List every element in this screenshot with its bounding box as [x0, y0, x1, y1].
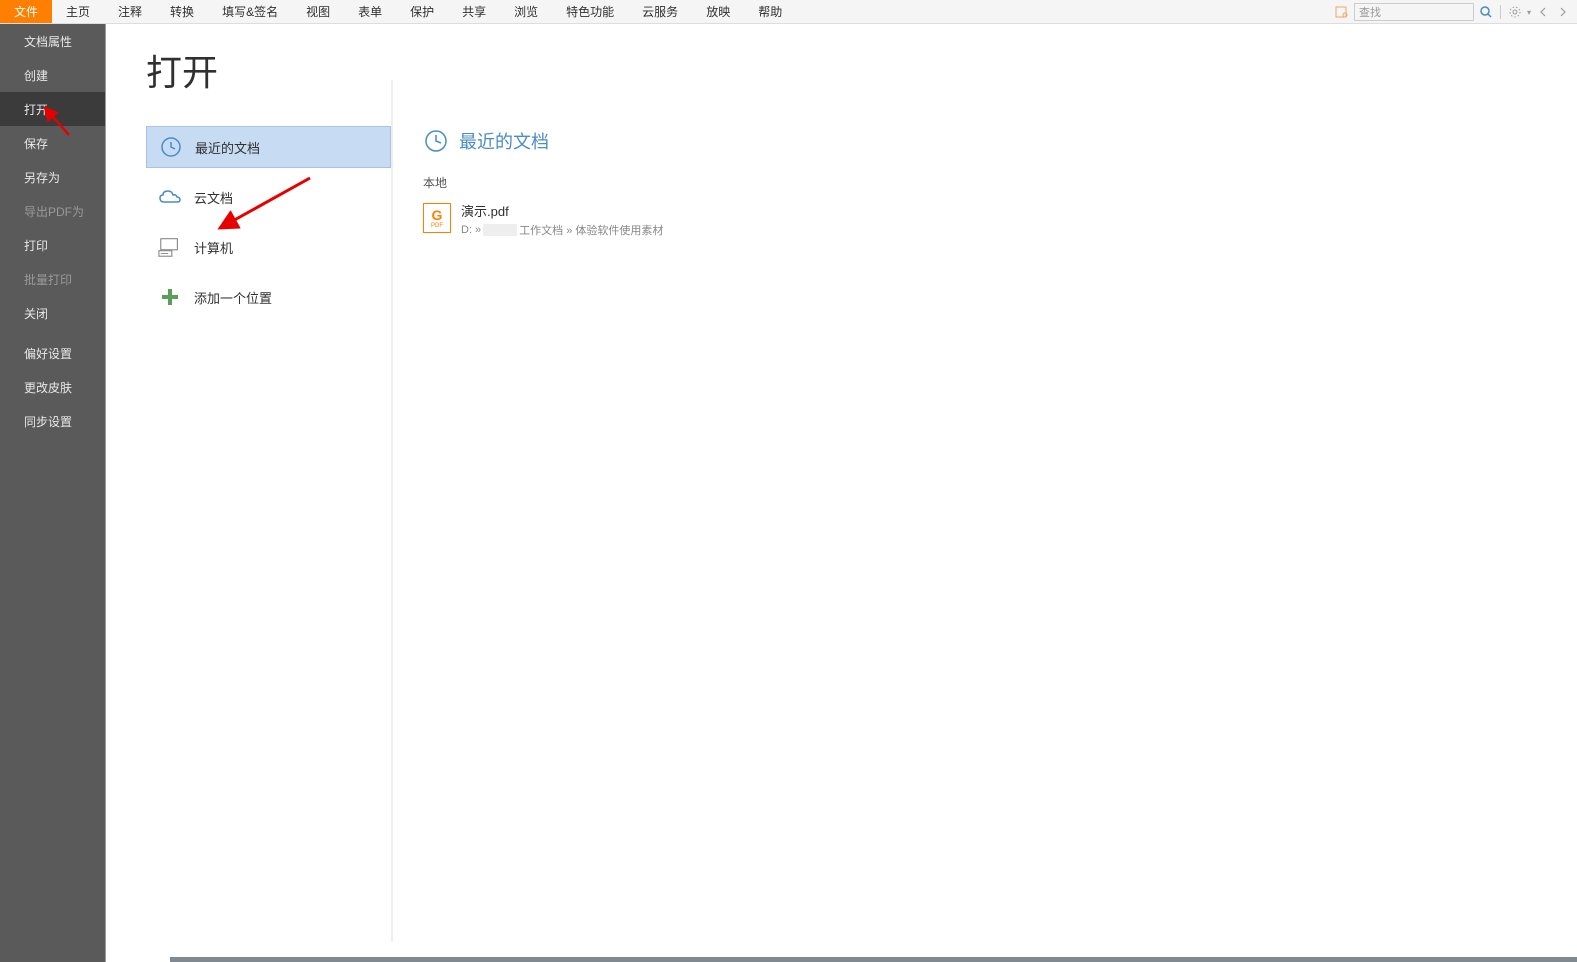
menu-item-file[interactable]: 文件 [0, 0, 52, 23]
clock-icon [423, 128, 449, 154]
pdf-file-icon: G PDF [423, 203, 451, 233]
doc-path: D: » 工作文档 » 体验软件使用素材 [461, 222, 663, 238]
menu-item-home[interactable]: 主页 [52, 0, 104, 23]
search-input[interactable]: 查找 [1354, 3, 1474, 21]
sidebar-item-save[interactable]: 保存 [0, 126, 105, 160]
nav-prev-icon[interactable] [1535, 4, 1551, 20]
sidebar-item-preferences[interactable]: 偏好设置 [0, 336, 105, 370]
sidebar-item-close[interactable]: 关闭 [0, 296, 105, 330]
plus-icon [158, 285, 182, 309]
sidebar-item-batchprint[interactable]: 批量打印 [0, 262, 105, 296]
search-icon[interactable] [1478, 4, 1494, 20]
find-icon[interactable] [1334, 4, 1350, 20]
search-placeholder: 查找 [1359, 4, 1381, 20]
page-title: 打开 [146, 44, 391, 96]
sidebar-item-create[interactable]: 创建 [0, 58, 105, 92]
sidebar-item-export[interactable]: 导出PDF为 [0, 194, 105, 228]
location-add[interactable]: 添加一个位置 [146, 276, 391, 318]
sidebar-item-saveas[interactable]: 另存为 [0, 160, 105, 194]
dropdown-icon[interactable]: ▾ [1527, 8, 1531, 17]
menu-item-browse[interactable]: 浏览 [500, 0, 552, 23]
sidebar-item-print[interactable]: 打印 [0, 228, 105, 262]
sidebar: 文档属性 创建 打开 保存 另存为 导出PDF为 打印 批量打印 关闭 偏好设置… [0, 24, 106, 962]
location-cloud[interactable]: 云文档 [146, 176, 391, 218]
top-menu: 文件 主页 注释 转换 填写&签名 视图 表单 保护 共享 浏览 特色功能 云服… [0, 0, 1577, 24]
recent-doc-entry[interactable]: G PDF 演示.pdf D: » 工作文档 » 体验软件使用素材 [423, 197, 1577, 242]
menu-item-play[interactable]: 放映 [692, 0, 744, 23]
sidebar-item-open[interactable]: 打开 [0, 92, 105, 126]
divider [1500, 5, 1501, 19]
clock-icon [159, 135, 183, 159]
status-bar [170, 957, 1577, 962]
menu-item-fillsign[interactable]: 填写&签名 [208, 0, 292, 23]
menu-item-help[interactable]: 帮助 [744, 0, 796, 23]
menu-item-protect[interactable]: 保护 [396, 0, 448, 23]
menu-item-view[interactable]: 视图 [292, 0, 344, 23]
menu-item-cloud[interactable]: 云服务 [628, 0, 692, 23]
redacted-text [483, 224, 517, 236]
menu-item-convert[interactable]: 转换 [156, 0, 208, 23]
sidebar-item-sync[interactable]: 同步设置 [0, 404, 105, 438]
computer-icon [158, 235, 182, 259]
docs-heading: 最近的文档 [459, 128, 549, 154]
menu-item-special[interactable]: 特色功能 [552, 0, 628, 23]
menu-item-share[interactable]: 共享 [448, 0, 500, 23]
sidebar-item-docprops[interactable]: 文档属性 [0, 24, 105, 58]
doc-name: 演示.pdf [461, 201, 663, 220]
sidebar-item-skin[interactable]: 更改皮肤 [0, 370, 105, 404]
location-label: 计算机 [194, 238, 233, 257]
nav-next-icon[interactable] [1555, 4, 1571, 20]
cloud-icon [158, 185, 182, 209]
location-label: 云文档 [194, 188, 233, 207]
location-label: 最近的文档 [195, 138, 260, 157]
location-label: 添加一个位置 [194, 288, 272, 307]
docs-section-local: 本地 [423, 174, 1577, 191]
gear-icon[interactable] [1507, 4, 1523, 20]
location-recent[interactable]: 最近的文档 [146, 126, 391, 168]
menu-item-comment[interactable]: 注释 [104, 0, 156, 23]
menu-item-form[interactable]: 表单 [344, 0, 396, 23]
location-computer[interactable]: 计算机 [146, 226, 391, 268]
